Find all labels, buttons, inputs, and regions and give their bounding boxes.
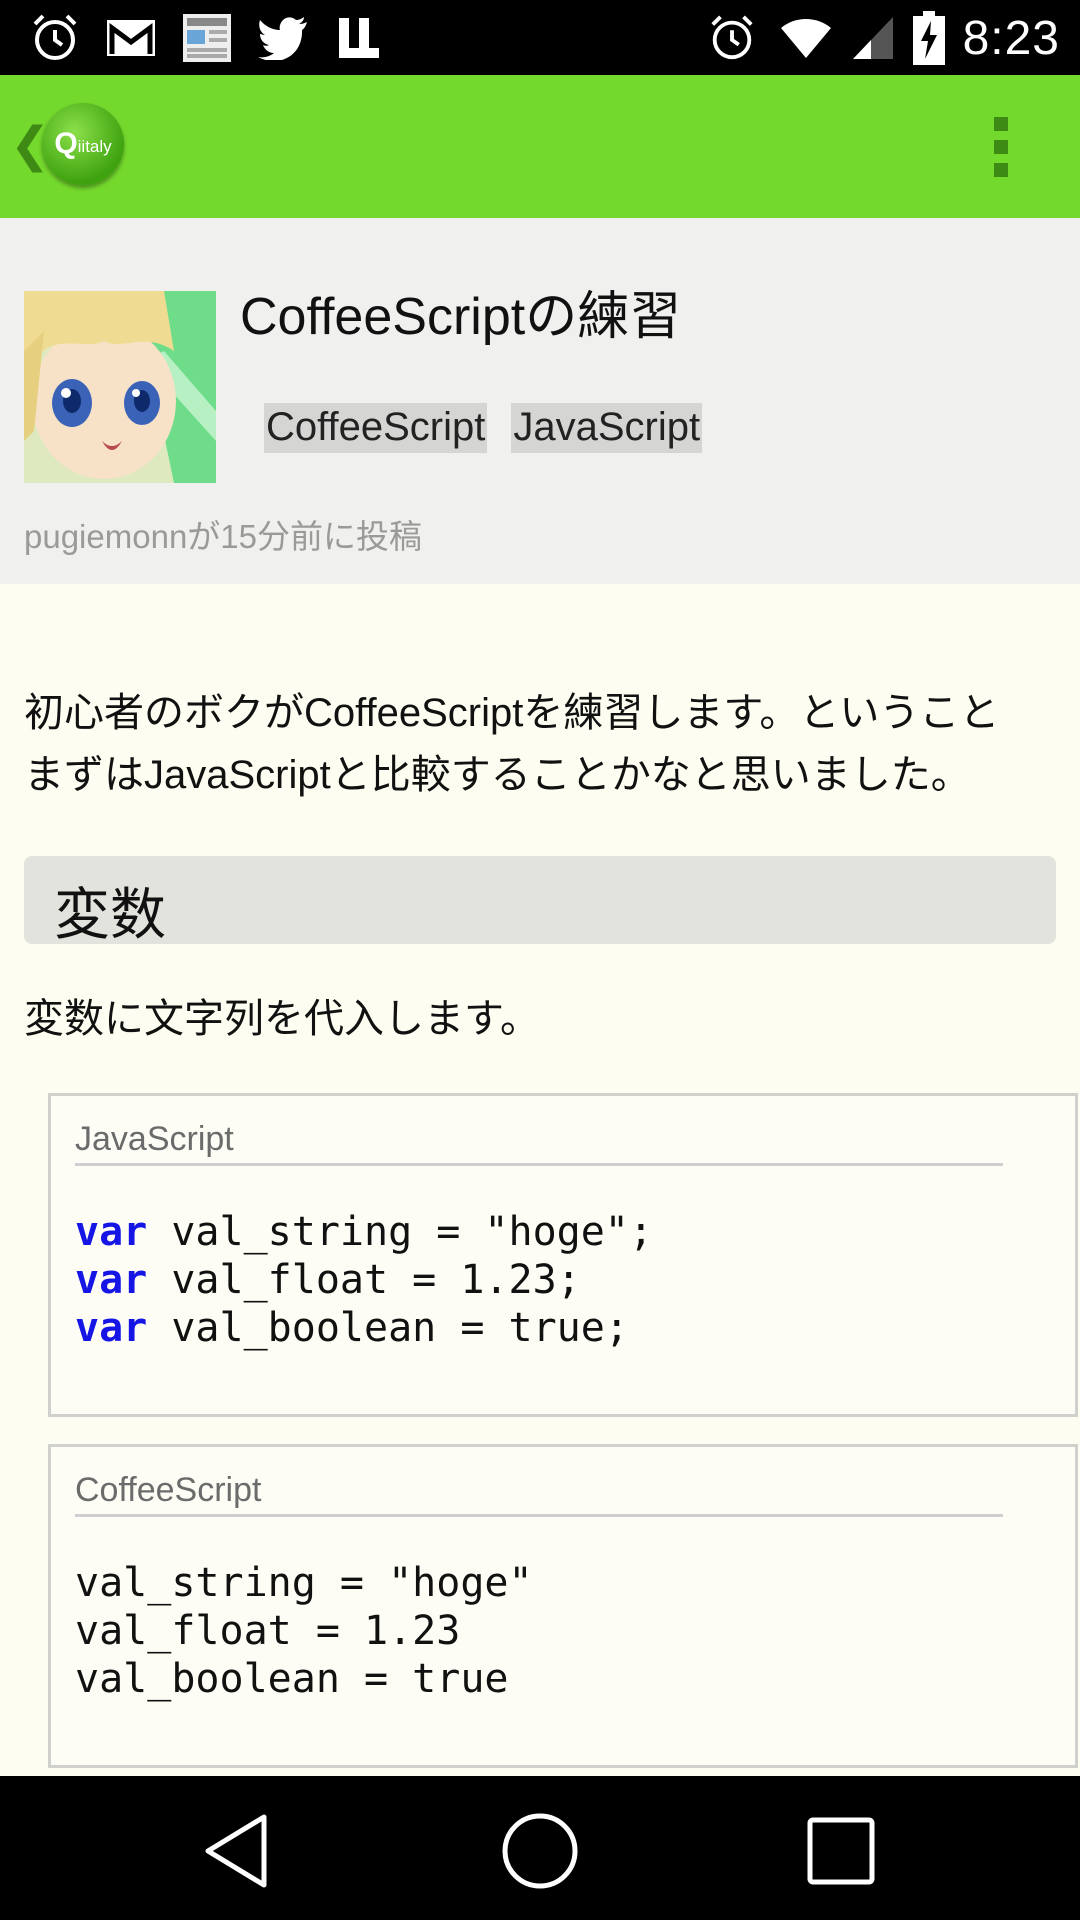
post-meta: pugiemonnが15分前に投稿 [24, 518, 422, 555]
twitter-icon [254, 10, 312, 66]
signal-icon [851, 10, 895, 66]
home-icon[interactable] [495, 1806, 585, 1896]
overflow-menu-icon[interactable] [994, 117, 1008, 177]
logo-text-q: Q [54, 127, 78, 160]
code-text: val_float = 1.23; [147, 1257, 581, 1303]
code-line: var val_float = 1.23; [75, 1256, 653, 1304]
logo-text-rest: iitaly [77, 137, 112, 156]
back-icon[interactable] [192, 1806, 282, 1896]
intro-line: まずはJavaScriptと比較することかなと思いました。 [24, 753, 971, 797]
code-keyword: var [75, 1257, 148, 1303]
navigation-bar [0, 1776, 1080, 1920]
launcher-icon [330, 10, 388, 66]
code-content: var val_string = "hoge"; var val_float = … [75, 1208, 653, 1352]
notification-icons [26, 10, 388, 66]
menu-dot [994, 140, 1008, 154]
menu-dot [994, 163, 1008, 177]
tag-list: CoffeeScript JavaScript [264, 403, 703, 453]
clock: 8:23 [962, 11, 1060, 65]
menu-dot [994, 117, 1008, 131]
section-heading: 変数 [24, 856, 1056, 946]
tag-coffeescript[interactable]: CoffeeScript [264, 403, 488, 453]
code-line: var val_boolean = true; [75, 1304, 653, 1352]
code-text: val_boolean = true; [147, 1305, 629, 1351]
code-text: val_string = "hoge"; [147, 1209, 653, 1255]
code-language-label: CoffeeScript [75, 1471, 1003, 1517]
recents-icon[interactable] [796, 1806, 886, 1896]
post-header: CoffeeScriptの練習 CoffeeScript JavaScript … [0, 218, 1080, 584]
code-keyword: var [75, 1305, 148, 1351]
smartnews-icon [178, 10, 236, 66]
code-block-coffeescript: CoffeeScript val_string = "hoge" val_floa… [48, 1444, 1078, 1768]
code-block-javascript: JavaScript var val_string = "hoge"; var v… [48, 1093, 1078, 1417]
code-line: val_string = "hoge" [75, 1560, 533, 1606]
system-status: 8:23 [703, 8, 1060, 68]
code-line: var val_string = "hoge"; [75, 1208, 653, 1256]
app-logo[interactable]: Qiitaly [42, 103, 124, 185]
battery-charging-icon [911, 10, 947, 66]
author-avatar[interactable] [24, 291, 216, 483]
section-heading-text: 変数 [54, 883, 166, 946]
intro-paragraph: 初心者のボクがCoffeeScriptを練習します。ということ まずはJavaS… [24, 682, 1064, 806]
status-bar: 8:23 [0, 0, 1080, 75]
code-line: val_boolean = true [75, 1656, 509, 1702]
post-title: CoffeeScriptの練習 [240, 288, 682, 346]
tag-javascript[interactable]: JavaScript [511, 403, 703, 453]
app-bar: ❮ Qiitaly [0, 75, 1080, 218]
alarm-icon [703, 10, 761, 66]
code-content: val_string = "hoge" val_float = 1.23 val_b… [75, 1559, 533, 1703]
code-keyword: var [75, 1209, 148, 1255]
section-paragraph: 変数に文字列を代入します。 [24, 997, 540, 1041]
code-line: val_float = 1.23 [75, 1608, 461, 1654]
intro-line: 初心者のボクがCoffeeScriptを練習します。ということ [24, 691, 1000, 735]
wifi-icon [777, 10, 835, 66]
alarm-icon [26, 10, 84, 66]
gmail-icon [102, 10, 160, 66]
code-language-label: JavaScript [75, 1120, 1003, 1166]
